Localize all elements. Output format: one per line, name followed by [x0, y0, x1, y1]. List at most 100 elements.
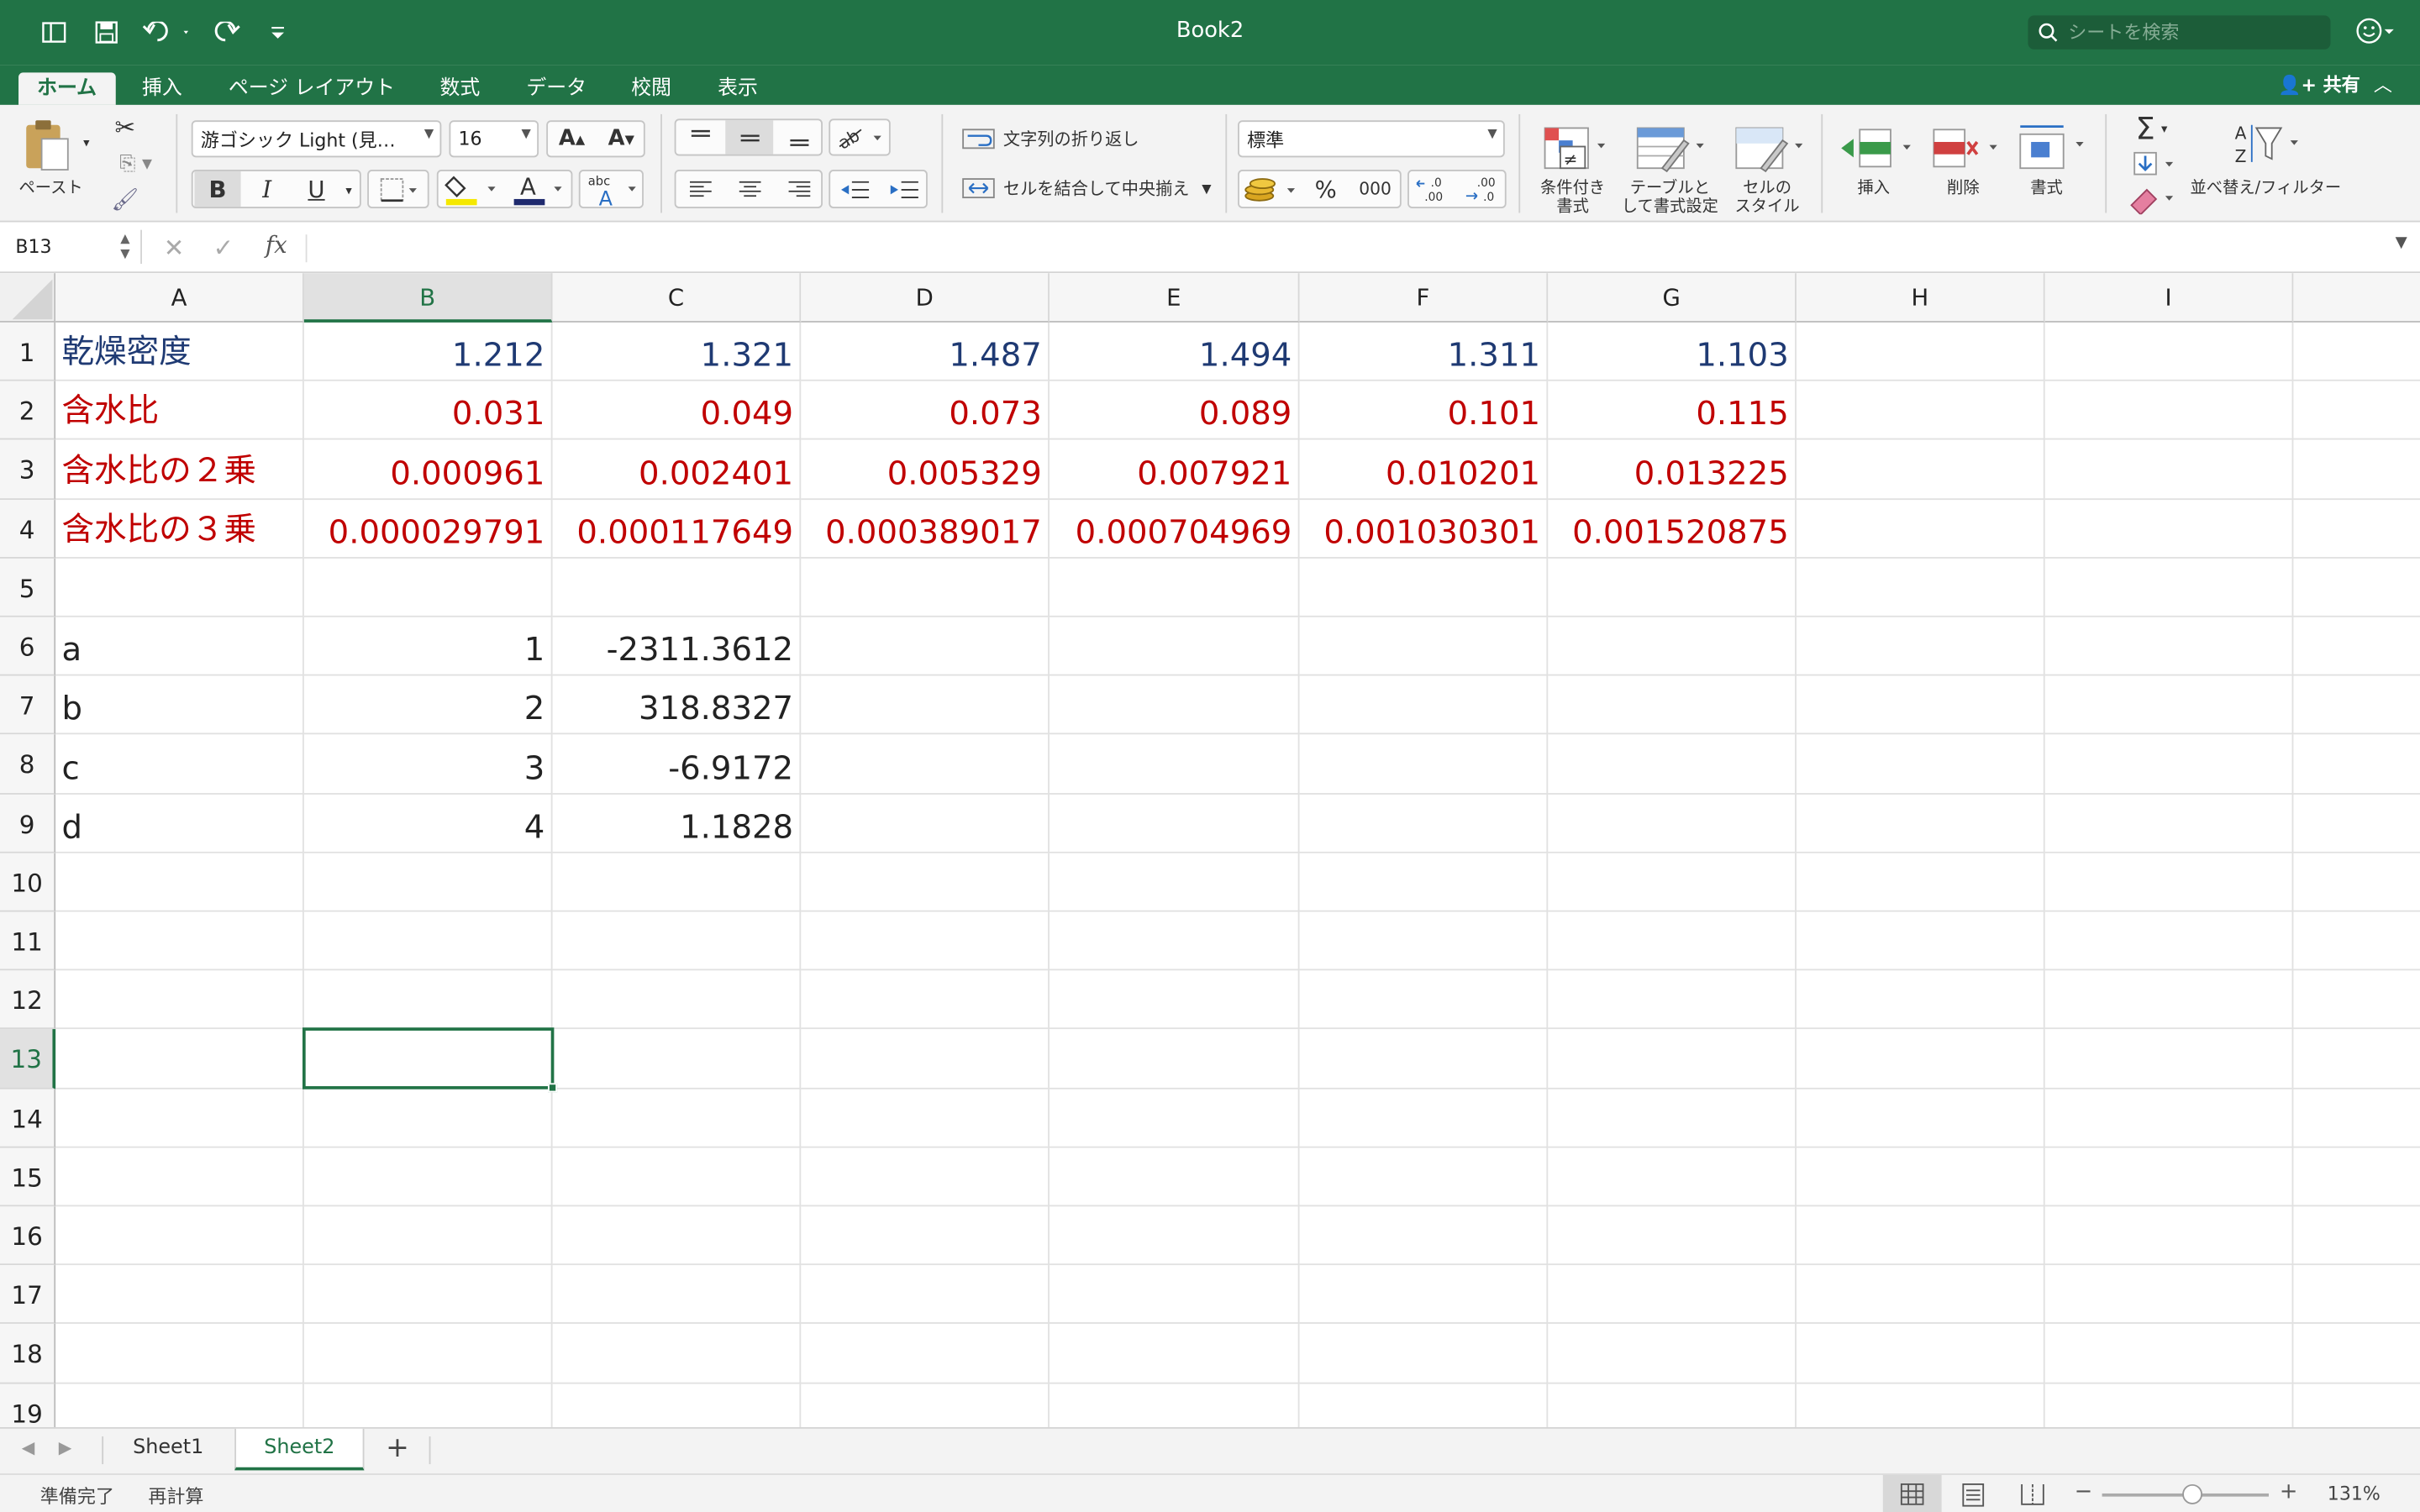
cell-h5[interactable] [1796, 558, 2045, 617]
cell-h18[interactable] [1796, 1324, 2045, 1383]
cell-f5[interactable] [1299, 558, 1549, 617]
cell-a18[interactable] [55, 1324, 304, 1383]
borders-button[interactable] [371, 171, 426, 207]
cell-g11[interactable] [1548, 911, 1797, 971]
cell-b15[interactable] [303, 1147, 553, 1207]
cell-d9[interactable] [801, 794, 1050, 853]
column-header-a[interactable]: A [55, 273, 304, 323]
zoom-out-minus-icon[interactable]: − [2075, 1479, 2093, 1504]
collapse-ribbon-chevron-icon[interactable]: ︿ [2374, 71, 2392, 97]
cell-a9[interactable]: d [55, 794, 304, 853]
cell-j8[interactable] [2293, 735, 2420, 795]
cell-b5[interactable] [303, 558, 553, 617]
normal-view-button[interactable] [1882, 1474, 1942, 1512]
row-header-15[interactable]: 15 [0, 1147, 56, 1207]
formula-input[interactable] [318, 233, 2370, 264]
paste-button[interactable] [15, 114, 76, 176]
phonetic-guide-button[interactable]: abc A [581, 171, 642, 207]
cell-b11[interactable] [303, 911, 553, 971]
cell-f11[interactable] [1299, 911, 1549, 971]
cell-b19[interactable] [304, 1383, 553, 1427]
cell-g6[interactable] [1548, 617, 1797, 676]
cell-h15[interactable] [1796, 1147, 2045, 1207]
cell-a17[interactable] [55, 1265, 304, 1325]
cell-d4[interactable]: 0.000389017 [801, 499, 1050, 559]
cell-d17[interactable] [801, 1265, 1050, 1325]
increase-indent-button[interactable] [880, 171, 928, 207]
cell-f1[interactable]: 1.311 [1299, 322, 1549, 382]
cell-h3[interactable] [1796, 440, 2045, 500]
cell-i9[interactable] [2044, 794, 2294, 853]
cell-i5[interactable] [2044, 558, 2294, 617]
row-header-14[interactable]: 14 [0, 1088, 56, 1148]
autosum-sigma-icon[interactable]: Σ ▾ [2121, 109, 2182, 146]
zoom-slider-thumb[interactable] [2182, 1483, 2203, 1504]
cell-e8[interactable] [1049, 735, 1300, 795]
cell-g5[interactable] [1548, 558, 1797, 617]
underline-dropdown-icon[interactable]: ▾ [341, 176, 356, 203]
cell-i6[interactable] [2044, 617, 2294, 676]
cancel-x-icon[interactable]: ✕ [164, 233, 185, 262]
cell-g3[interactable]: 0.013225 [1548, 440, 1797, 500]
cell-i16[interactable] [2044, 1206, 2294, 1266]
cell-j1[interactable] [2293, 323, 2420, 382]
zoom-in-plus-icon[interactable]: + [2280, 1479, 2298, 1504]
cell-f17[interactable] [1299, 1265, 1549, 1325]
cell-f18[interactable] [1299, 1324, 1549, 1383]
font-size-select[interactable]: 16 ▼ [449, 120, 539, 158]
cell-h13[interactable] [1796, 1029, 2045, 1089]
cell-b12[interactable] [303, 970, 553, 1030]
sort-filter-button[interactable]: AZ [2223, 118, 2309, 170]
cell-b2[interactable]: 0.031 [303, 381, 553, 441]
cell-g9[interactable] [1548, 794, 1797, 853]
font-name-select[interactable]: 游ゴシック Light (見… ▼ [191, 120, 442, 158]
cell-j17[interactable] [2293, 1265, 2420, 1325]
row-header-10[interactable]: 10 [0, 853, 56, 912]
column-header-g[interactable]: G [1548, 273, 1797, 323]
cell-a4[interactable]: 含水比の３乗 [55, 499, 304, 559]
cell-g16[interactable] [1548, 1206, 1797, 1266]
tab-home[interactable]: ホーム [18, 72, 116, 105]
cell-g8[interactable] [1548, 735, 1797, 795]
cell-e9[interactable] [1049, 794, 1300, 853]
share-button[interactable]: 👤+ 共有 [2278, 71, 2360, 97]
cell-f16[interactable] [1299, 1206, 1549, 1266]
cell-c16[interactable] [552, 1206, 802, 1266]
percent-style-button[interactable]: % [1304, 171, 1347, 207]
column-header-b[interactable]: B [303, 273, 553, 323]
increase-decimal-button[interactable]: .0.00 [1409, 171, 1457, 207]
cell-j7[interactable] [2293, 676, 2420, 735]
row-header-3[interactable]: 3 [0, 440, 56, 500]
cell-h4[interactable] [1796, 499, 2045, 559]
scroll-sheets-right-icon[interactable]: ▶ [59, 1438, 72, 1458]
wrap-text-button[interactable]: 文字列の折り返し [960, 123, 1238, 155]
confirm-check-icon[interactable]: ✓ [213, 233, 234, 262]
feedback-smiley-icon[interactable] [2355, 15, 2394, 49]
paste-dropdown-icon[interactable]: ▾ [81, 133, 93, 151]
cell-h19[interactable] [1797, 1383, 2045, 1427]
row-header-8[interactable]: 8 [0, 735, 56, 795]
column-header-i[interactable]: I [2044, 273, 2294, 323]
cell-g7[interactable] [1548, 675, 1797, 735]
cell-j18[interactable] [2293, 1325, 2420, 1383]
tab-review[interactable]: 校閲 [613, 72, 690, 105]
cell-j5[interactable] [2293, 559, 2420, 617]
cell-a11[interactable] [55, 911, 304, 971]
cell-g10[interactable] [1548, 853, 1797, 912]
cell-b10[interactable] [303, 853, 553, 912]
cell-i8[interactable] [2044, 735, 2294, 795]
cell-a6[interactable]: a [55, 617, 304, 676]
cell-a8[interactable]: c [55, 735, 304, 795]
cell-i13[interactable] [2044, 1029, 2294, 1089]
cell-a3[interactable]: 含水比の２乗 [55, 440, 304, 500]
cell-e6[interactable] [1049, 617, 1300, 676]
cell-f8[interactable] [1299, 735, 1549, 795]
cell-i11[interactable] [2044, 911, 2294, 971]
cell-d10[interactable] [801, 853, 1050, 912]
cell-d14[interactable] [801, 1088, 1050, 1148]
cell-f19[interactable] [1300, 1383, 1549, 1427]
align-center-button[interactable] [725, 171, 773, 207]
cell-h7[interactable] [1796, 675, 2045, 735]
increase-font-size-button[interactable]: A ▲ [548, 122, 596, 155]
cell-b7[interactable]: 2 [303, 675, 553, 735]
